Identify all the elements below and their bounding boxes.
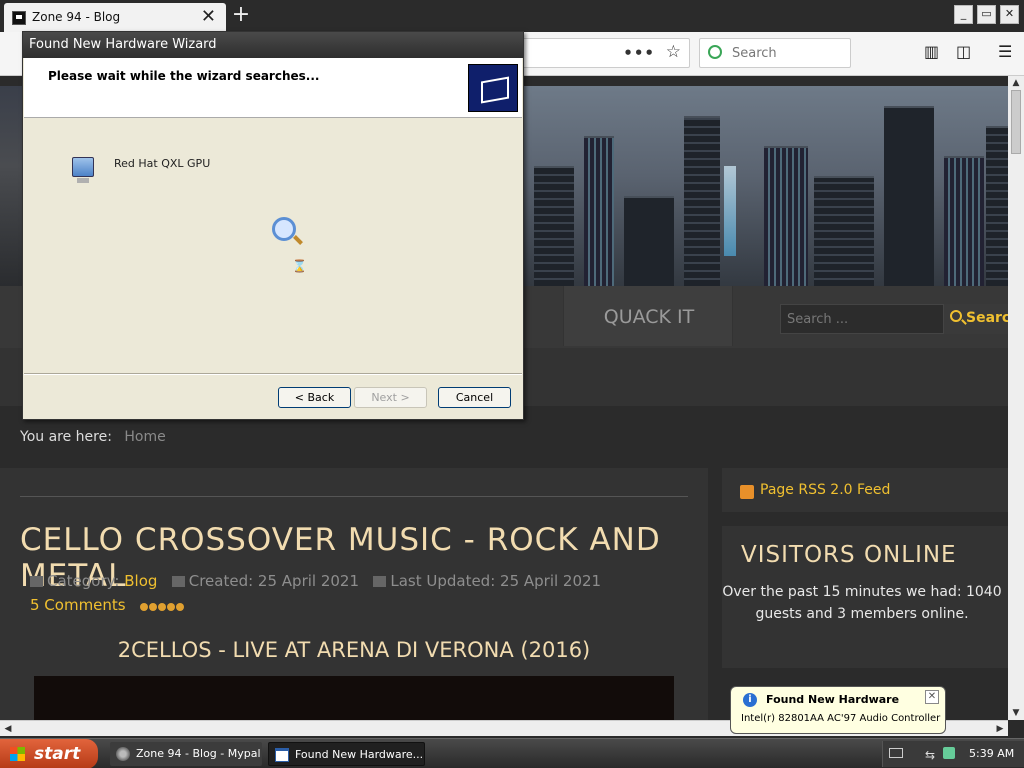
hardware-wizard-dialog: Found New Hardware Wizard Please wait wh… — [22, 31, 524, 420]
scroll-down-arrow-icon[interactable]: ▼ — [1008, 706, 1024, 720]
taskbar: start Zone 94 - Blog - Mypal Found New H… — [0, 738, 1024, 768]
back-button[interactable]: < Back — [278, 387, 351, 408]
notification-balloon[interactable]: i Found New Hardware Intel(r) 82801AA AC… — [730, 686, 946, 734]
category-link[interactable]: Blog — [124, 572, 157, 590]
searching-magnifier-icon — [272, 217, 296, 241]
calendar-edit-icon — [373, 576, 387, 587]
taskbar-item-label: Zone 94 - Blog - Mypal — [136, 747, 261, 760]
windows-logo-icon — [10, 747, 25, 761]
new-tab-button[interactable]: + — [230, 2, 252, 27]
browser-tab[interactable]: Zone 94 - Blog ✕ — [4, 3, 226, 32]
start-label: start — [34, 744, 81, 764]
taskbar-item-label: Found New Hardware... — [295, 748, 424, 761]
visitors-text: Over the past 15 minutes we had: 1040 gu… — [722, 584, 1002, 622]
search-icon — [950, 310, 962, 322]
next-button[interactable]: Next > — [354, 387, 427, 408]
scrollbar-thumb[interactable] — [1011, 90, 1021, 154]
city-skyline-image — [524, 86, 1008, 286]
browser-tab-bar: Zone 94 - Blog ✕ + _ ▭ ✕ — [0, 0, 1024, 32]
wizard-app-icon — [275, 748, 289, 762]
rss-feed-link[interactable]: Page RSS 2.0 Feed — [760, 482, 890, 498]
breadcrumb: You are here: Home — [20, 429, 166, 445]
tab-close-icon[interactable]: ✕ — [201, 6, 216, 27]
wizard-separator — [24, 373, 522, 375]
site-search-button[interactable]: Search — [944, 304, 1008, 334]
browser-search-placeholder: Search — [732, 46, 777, 61]
tab-title: Zone 94 - Blog — [32, 10, 121, 24]
article: CELLO CROSSOVER MUSIC - ROCK AND METAL C… — [0, 468, 708, 720]
rss-icon — [740, 485, 754, 499]
wizard-title: Found New Hardware Wizard — [29, 37, 217, 52]
site-favicon-icon — [12, 11, 26, 25]
category-label: Category: — [47, 572, 120, 590]
menu-item-label: QUACK IT — [603, 306, 695, 328]
visitors-heading: VISITORS ONLINE — [741, 542, 957, 568]
folder-icon — [30, 576, 43, 587]
site-search-placeholder: Search ... — [787, 312, 849, 327]
video-player[interactable] — [34, 676, 674, 720]
hamburger-menu-icon[interactable]: ☰ — [998, 42, 1012, 61]
site-search-button-label: Search — [966, 310, 1008, 326]
breadcrumb-prefix: You are here: — [20, 429, 112, 445]
site-search-input[interactable]: Search ... — [780, 304, 944, 334]
wizard-body: Red Hat QXL GPU ⌛ — [24, 119, 522, 373]
notification-title: Found New Hardware — [766, 693, 900, 706]
browser-search-input[interactable]: Search — [699, 38, 851, 68]
created-date: Created: 25 April 2021 — [188, 572, 360, 590]
device-name: Red Hat QXL GPU — [114, 157, 211, 170]
video-heading: 2CELLOS - LIVE AT ARENA DI VERONA (2016) — [117, 638, 591, 662]
visitors-online-widget: VISITORS ONLINE Over the past 15 minutes… — [722, 526, 1008, 668]
page-actions-icon[interactable]: ••• — [623, 44, 655, 62]
menu-item-quack-it[interactable]: QUACK IT — [563, 286, 733, 346]
window-maximize-button[interactable]: ▭ — [977, 5, 996, 24]
breadcrumb-home-link[interactable]: Home — [124, 429, 165, 445]
article-meta-comments: 5 Comments — [30, 596, 185, 615]
wizard-header-text: Please wait while the wizard searches... — [48, 69, 320, 83]
vertical-scrollbar[interactable]: ▲ ▼ — [1008, 76, 1024, 720]
scroll-up-arrow-icon[interactable]: ▲ — [1008, 76, 1024, 90]
wizard-titlebar[interactable]: Found New Hardware Wizard — [23, 32, 523, 58]
keyboard-icon[interactable] — [889, 748, 903, 758]
updated-date: Last Updated: 25 April 2021 — [390, 572, 602, 590]
library-icon[interactable]: ▥ — [924, 42, 939, 61]
window-minimize-button[interactable]: _ — [954, 5, 973, 24]
info-icon: i — [743, 693, 757, 707]
system-tray: ⇆ 5:39 AM — [882, 741, 1024, 767]
taskbar-item-browser[interactable]: Zone 94 - Blog - Mypal — [110, 742, 262, 766]
notification-close-icon[interactable]: ✕ — [925, 690, 939, 704]
sidebar-toggle-icon[interactable]: ◫ — [956, 42, 971, 61]
scroll-left-arrow-icon[interactable]: ◀ — [0, 721, 16, 737]
notification-message: Intel(r) 82801AA AC'97 Audio Controller — [741, 713, 941, 724]
hardware-wizard-icon — [468, 64, 518, 112]
taskbar-item-wizard[interactable]: Found New Hardware... — [268, 742, 425, 766]
article-divider — [20, 496, 688, 497]
safely-remove-hardware-icon[interactable] — [943, 747, 955, 759]
search-engine-icon — [708, 45, 722, 59]
wizard-header: Please wait while the wizard searches... — [24, 58, 522, 118]
cancel-button[interactable]: Cancel — [438, 387, 511, 408]
rating-stars[interactable] — [140, 597, 185, 615]
monitor-icon — [72, 157, 94, 183]
browser-app-icon — [116, 747, 130, 761]
rss-feed-box: Page RSS 2.0 Feed — [722, 468, 1008, 512]
scroll-right-arrow-icon[interactable]: ▶ — [992, 721, 1008, 737]
calendar-icon — [171, 576, 185, 587]
system-clock[interactable]: 5:39 AM — [969, 747, 1014, 760]
busy-cursor-icon: ⌛ — [292, 259, 307, 273]
network-icon[interactable]: ⇆ — [925, 748, 935, 762]
comments-link[interactable]: 5 Comments — [30, 596, 126, 614]
start-button[interactable]: start — [0, 739, 98, 768]
article-meta: Category: Blog Created: 25 April 2021 La… — [30, 572, 601, 590]
window-close-button[interactable]: ✕ — [1000, 5, 1019, 24]
bookmark-star-icon[interactable]: ☆ — [666, 42, 681, 62]
